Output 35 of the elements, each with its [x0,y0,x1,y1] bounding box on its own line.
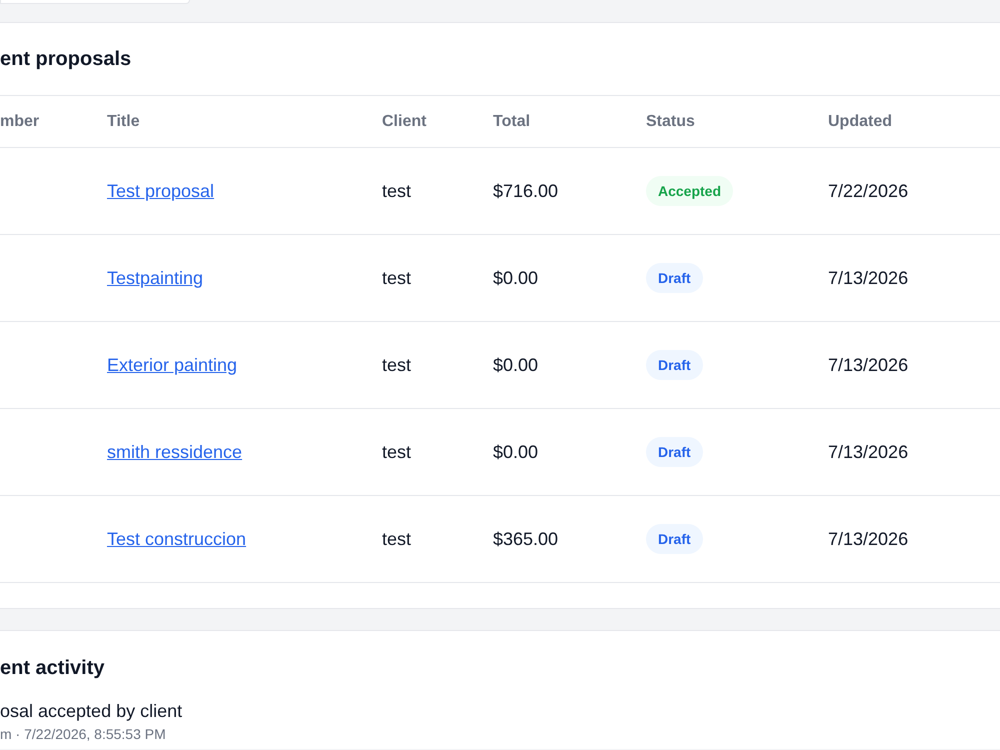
proposal-link[interactable]: Test proposal [107,180,214,202]
proposal-link[interactable]: Testpainting [107,268,204,288]
card-title: ent proposals [0,48,132,70]
total-amount: $0.00 [493,354,538,376]
total-amount: $0.00 [493,442,538,462]
column-header: mber [0,112,40,130]
status-badge: Accepted [646,176,734,206]
activity-meta: m · 7/22/2026, 8:55:53 PM [0,726,166,742]
column-header: Title [107,112,140,130]
column-header: Total [493,112,530,130]
proposal-link[interactable]: smith ressidence [107,442,242,462]
updated-date: 7/13/2026 [828,268,908,288]
column-header: Status [646,112,695,130]
client-name: test [382,180,412,202]
status-badge: Draft [646,350,703,380]
activity-text: osal accepted by client [0,701,182,721]
column-header: Client [382,112,426,130]
client-name: test [382,354,412,376]
proposal-link[interactable]: Exterior painting [107,354,238,376]
card-title: ent activity [0,657,104,679]
updated-date: 7/13/2026 [828,354,908,376]
client-name: test [382,442,412,462]
status-badge: Draft [646,524,703,554]
total-amount: $716.00 [493,180,558,202]
status-badge: Draft [646,263,703,293]
client-name: test [382,268,412,288]
status-badge: Draft [646,437,703,467]
column-header: Updated [828,112,892,130]
total-amount: $0.00 [493,268,538,288]
updated-date: 7/22/2026 [828,180,908,202]
total-amount: $365.00 [493,528,558,550]
proposal-link[interactable]: Test construccion [107,528,246,550]
client-name: test [382,528,412,550]
updated-date: 7/13/2026 [828,442,908,462]
updated-date: 7/13/2026 [828,528,908,550]
